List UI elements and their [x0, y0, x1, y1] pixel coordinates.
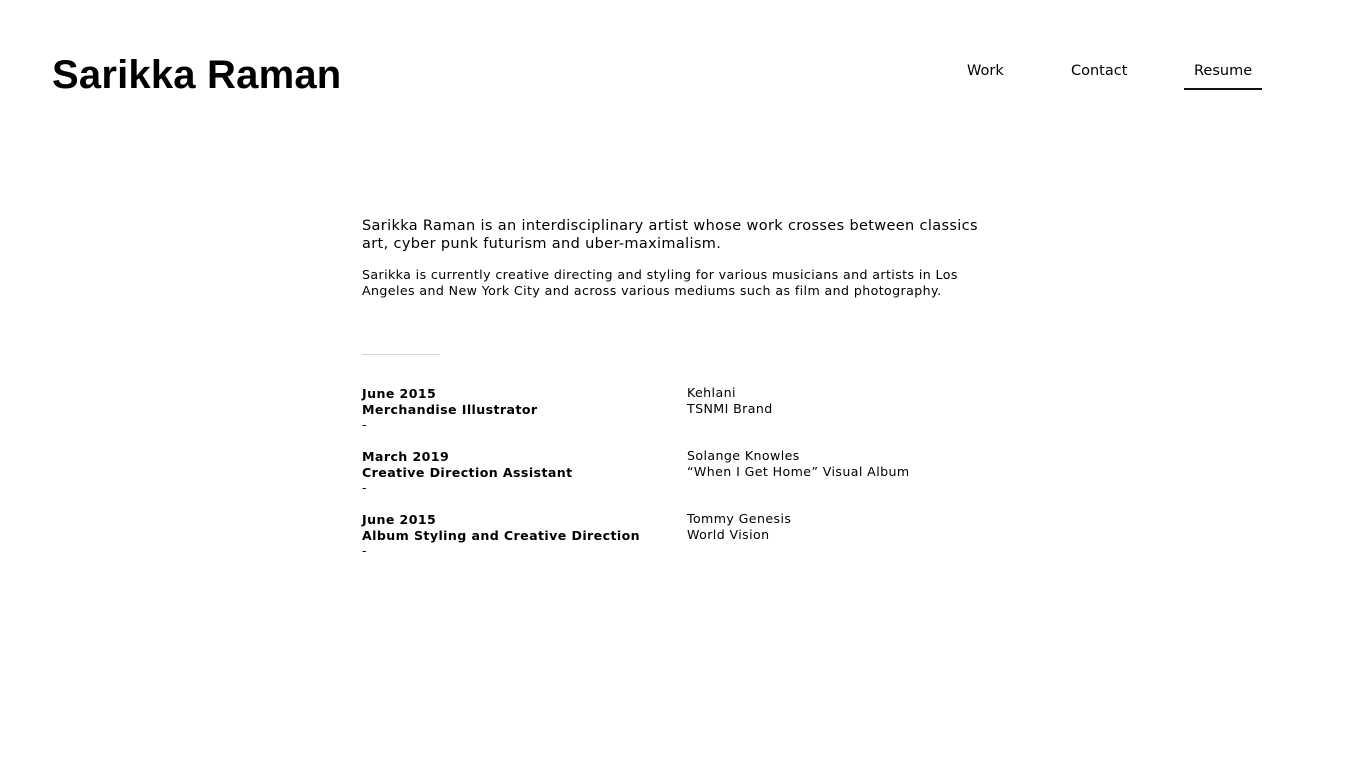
- nav-link-work[interactable]: Work: [967, 60, 1004, 82]
- entry-role-block: June 2015 Album Styling and Creative Dir…: [362, 512, 662, 559]
- entry-role: Merchandise Illustrator: [362, 401, 538, 417]
- entry-role-block: June 2015 Merchandise Illustrator -: [362, 386, 662, 433]
- entry-role: Creative Direction Assistant: [362, 464, 573, 480]
- entry-client: Kehlani: [687, 385, 736, 400]
- entry-client-block: Kehlani TSNMI Brand: [687, 385, 1007, 416]
- entry-role: Album Styling and Creative Direction: [362, 527, 641, 543]
- resume-entry: June 2015 Merchandise Illustrator - Kehl…: [362, 385, 1002, 449]
- entry-dash: -: [362, 480, 367, 496]
- entry-client-block: Tommy Genesis World Vision: [687, 511, 1007, 542]
- bio-section: Sarikka Raman is an interdisciplinary ar…: [362, 217, 992, 299]
- resume-entry: March 2019 Creative Direction Assistant …: [362, 448, 1002, 512]
- nav-link-resume[interactable]: Resume: [1194, 60, 1252, 82]
- resume-list: June 2015 Merchandise Illustrator - Kehl…: [362, 385, 1002, 575]
- entry-client: Tommy Genesis: [687, 511, 792, 526]
- section-divider: [362, 354, 440, 355]
- active-nav-underline: [1184, 88, 1262, 90]
- entry-role-block: March 2019 Creative Direction Assistant …: [362, 449, 662, 496]
- entry-dash: -: [362, 417, 367, 433]
- main-nav: Work Contact Resume: [0, 60, 1366, 92]
- entry-client: Solange Knowles: [687, 448, 800, 463]
- entry-date: March 2019: [362, 449, 450, 464]
- entry-project: “When I Get Home” Visual Album: [687, 463, 910, 479]
- entry-client-block: Solange Knowles “When I Get Home” Visual…: [687, 448, 1007, 479]
- entry-project: TSNMI Brand: [687, 400, 773, 416]
- entry-date: June 2015: [362, 386, 437, 401]
- entry-date: June 2015: [362, 512, 437, 527]
- entry-project: World Vision: [687, 526, 770, 542]
- nav-link-contact[interactable]: Contact: [1071, 60, 1127, 82]
- bio-lead-text: Sarikka Raman is an interdisciplinary ar…: [362, 218, 978, 252]
- bio-secondary-text: Sarikka is currently creative directing …: [362, 267, 958, 298]
- resume-entry: June 2015 Album Styling and Creative Dir…: [362, 511, 1002, 575]
- entry-dash: -: [362, 543, 367, 559]
